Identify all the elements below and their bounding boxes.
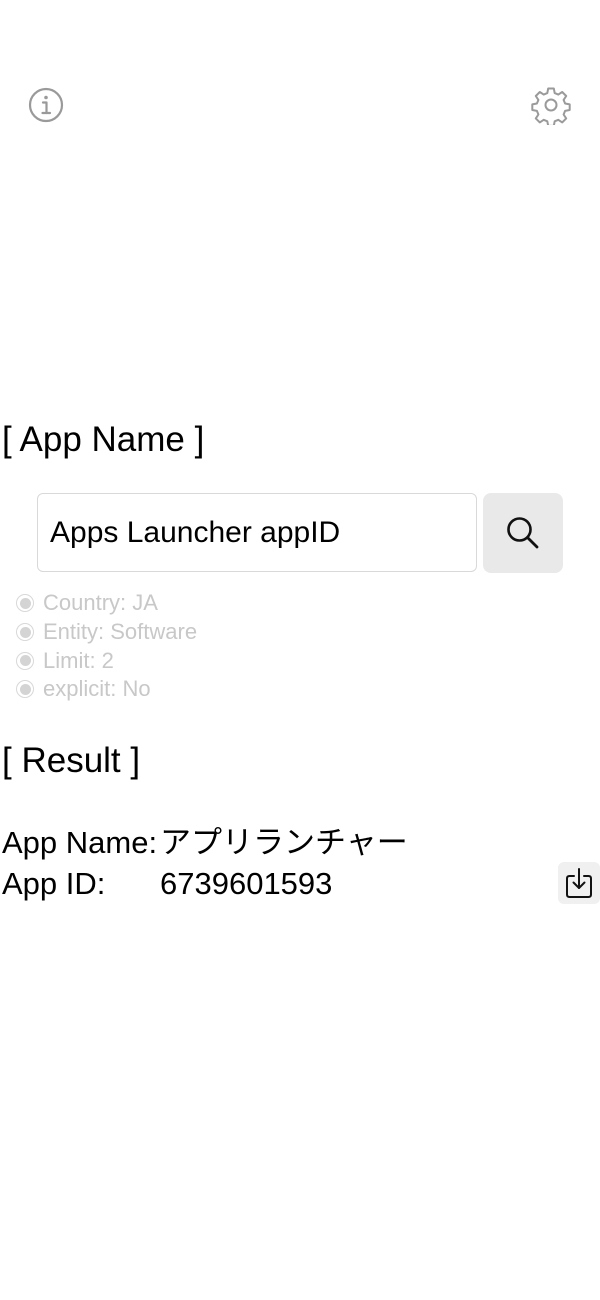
app-name-section-title: [ App Name ]: [2, 420, 205, 459]
option-label: Limit: 2: [43, 647, 114, 673]
app-name-search-input[interactable]: [37, 493, 477, 572]
radio-dot-icon: [16, 623, 34, 642]
radio-dot-icon: [16, 651, 34, 670]
option-explicit: explicit: No: [16, 675, 197, 704]
radio-dot-icon: [16, 594, 34, 613]
gear-icon: [531, 87, 571, 125]
search-button[interactable]: [483, 493, 563, 573]
option-country: Country: JA: [16, 589, 197, 618]
option-limit: Limit: 2: [16, 646, 197, 675]
option-entity: Entity: Software: [16, 618, 197, 647]
app-name-label: App Name:: [2, 825, 158, 860]
app-id-value: 6739601593: [160, 866, 333, 901]
download-tray-icon: [566, 868, 592, 898]
save-result-button[interactable]: [558, 862, 600, 904]
settings-button[interactable]: [530, 84, 572, 126]
info-circle-icon: [28, 87, 64, 123]
magnifier-icon: [507, 517, 539, 549]
radio-dot-icon: [16, 680, 34, 699]
app-id-label: App ID:: [2, 866, 106, 901]
app-name-value: アプリランチャー: [160, 825, 408, 860]
option-label: explicit: No: [43, 676, 151, 702]
result-section-title: [ Result ]: [2, 741, 141, 780]
option-label: Entity: Software: [43, 619, 198, 645]
info-button[interactable]: [25, 84, 67, 126]
search-options-list: Country: JA Entity: Software Limit: 2 ex…: [16, 589, 197, 704]
option-label: Country: JA: [43, 590, 158, 616]
